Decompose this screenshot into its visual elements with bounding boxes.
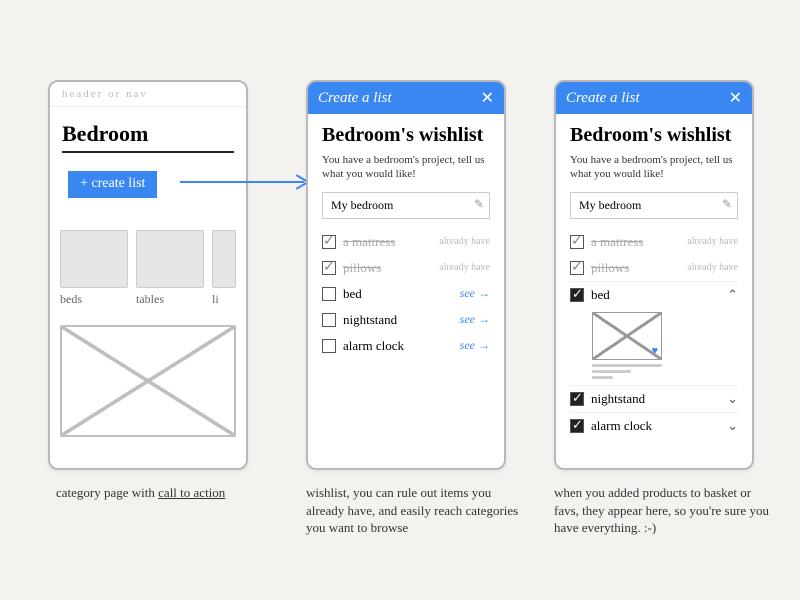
phone-screen-category: header or nav Bedroom + create list beds… — [48, 80, 248, 470]
tile-label: li — [212, 292, 236, 307]
tile-label: beds — [60, 292, 128, 307]
already-have-label: already have — [439, 262, 490, 273]
checkbox-checked-icon[interactable] — [322, 235, 336, 249]
checkbox-checked-icon[interactable] — [570, 235, 584, 249]
header-nav-placeholder: header or nav — [50, 82, 246, 107]
tile-thumb — [136, 230, 204, 288]
edit-icon[interactable]: ✎ — [722, 197, 732, 212]
tile-thumb — [212, 230, 236, 288]
item-alarm-clock[interactable]: alarm clock ⌄ — [570, 412, 738, 439]
wishlist-heading: Bedroom's wishlist — [322, 124, 490, 146]
flow-arrow-icon — [178, 172, 316, 192]
see-link[interactable]: see → — [460, 338, 490, 353]
item-label: nightstand — [591, 391, 645, 407]
tile-cutoff[interactable]: li — [212, 230, 236, 307]
checkbox-empty-icon[interactable] — [322, 313, 336, 327]
already-have-label: already have — [439, 236, 490, 247]
edit-icon[interactable]: ✎ — [474, 197, 484, 212]
already-have-label: already have — [687, 262, 738, 273]
item-label: a mattress — [343, 234, 395, 250]
item-expanded-bed[interactable]: bed ⌃ — [570, 281, 738, 308]
item-label: bed — [591, 287, 610, 303]
hero-placeholder — [60, 325, 236, 437]
tile-tables[interactable]: tables — [136, 230, 204, 307]
item-have-pillows[interactable]: pillows already have — [570, 255, 738, 281]
item-want-bed[interactable]: bed see → — [322, 281, 490, 307]
see-link[interactable]: see → — [460, 286, 490, 301]
checkbox-checked-icon[interactable] — [322, 261, 336, 275]
caption-screen2: wishlist, you can rule out items you alr… — [306, 484, 526, 537]
modal-header: Create a list ✕ — [308, 82, 504, 114]
product-preview[interactable]: ♥ — [592, 312, 738, 379]
wishlist-prompt: You have a bedroom's project, tell us wh… — [322, 154, 490, 182]
checkbox-empty-icon[interactable] — [322, 287, 336, 301]
already-have-label: already have — [687, 236, 738, 247]
item-have-mattress[interactable]: a mattress already have — [570, 229, 738, 255]
item-label: a mattress — [591, 234, 643, 250]
tile-thumb — [60, 230, 128, 288]
item-want-nightstand[interactable]: nightstand see → — [322, 307, 490, 333]
checkbox-empty-icon[interactable] — [322, 339, 336, 353]
chevron-up-icon[interactable]: ⌃ — [727, 287, 738, 303]
wishlist-heading: Bedroom's wishlist — [570, 124, 738, 146]
item-label: nightstand — [343, 312, 397, 328]
page-title: Bedroom — [62, 121, 234, 153]
checkbox-checked-icon[interactable] — [570, 288, 584, 302]
checkbox-checked-icon[interactable] — [570, 392, 584, 406]
heart-icon[interactable]: ♥ — [651, 345, 658, 357]
chevron-down-icon[interactable]: ⌄ — [727, 391, 738, 407]
modal-title: Create a list — [566, 90, 640, 107]
modal-header: Create a list ✕ — [556, 82, 752, 114]
item-nightstand[interactable]: nightstand ⌄ — [570, 385, 738, 412]
phone-screen-wishlist-added: Create a list ✕ Bedroom's wishlist You h… — [554, 80, 754, 470]
caption-screen3: when you added products to basket or fav… — [554, 484, 774, 537]
item-want-alarm-clock[interactable]: alarm clock see → — [322, 333, 490, 359]
item-label: alarm clock — [343, 338, 404, 354]
close-icon[interactable]: ✕ — [481, 88, 494, 108]
list-name-input[interactable] — [322, 192, 490, 219]
item-label: pillows — [591, 260, 629, 276]
phone-screen-wishlist: Create a list ✕ Bedroom's wishlist You h… — [306, 80, 506, 470]
product-text-lines — [592, 364, 662, 379]
list-name-input[interactable] — [570, 192, 738, 219]
chevron-down-icon[interactable]: ⌄ — [727, 418, 738, 434]
item-label: bed — [343, 286, 362, 302]
item-label: pillows — [343, 260, 381, 276]
modal-title: Create a list — [318, 90, 392, 107]
item-have-mattress[interactable]: a mattress already have — [322, 229, 490, 255]
tile-label: tables — [136, 292, 204, 307]
item-label: alarm clock — [591, 418, 652, 434]
tile-beds[interactable]: beds — [60, 230, 128, 307]
close-icon[interactable]: ✕ — [729, 88, 742, 108]
create-list-button[interactable]: + create list — [68, 171, 157, 198]
checkbox-checked-icon[interactable] — [570, 261, 584, 275]
caption-screen1: category page with call to action — [56, 484, 266, 502]
see-link[interactable]: see → — [460, 312, 490, 327]
product-thumb-placeholder: ♥ — [592, 312, 662, 360]
wishlist-prompt: You have a bedroom's project, tell us wh… — [570, 154, 738, 182]
checkbox-checked-icon[interactable] — [570, 419, 584, 433]
category-tiles: beds tables li — [60, 230, 236, 307]
item-have-pillows[interactable]: pillows already have — [322, 255, 490, 281]
